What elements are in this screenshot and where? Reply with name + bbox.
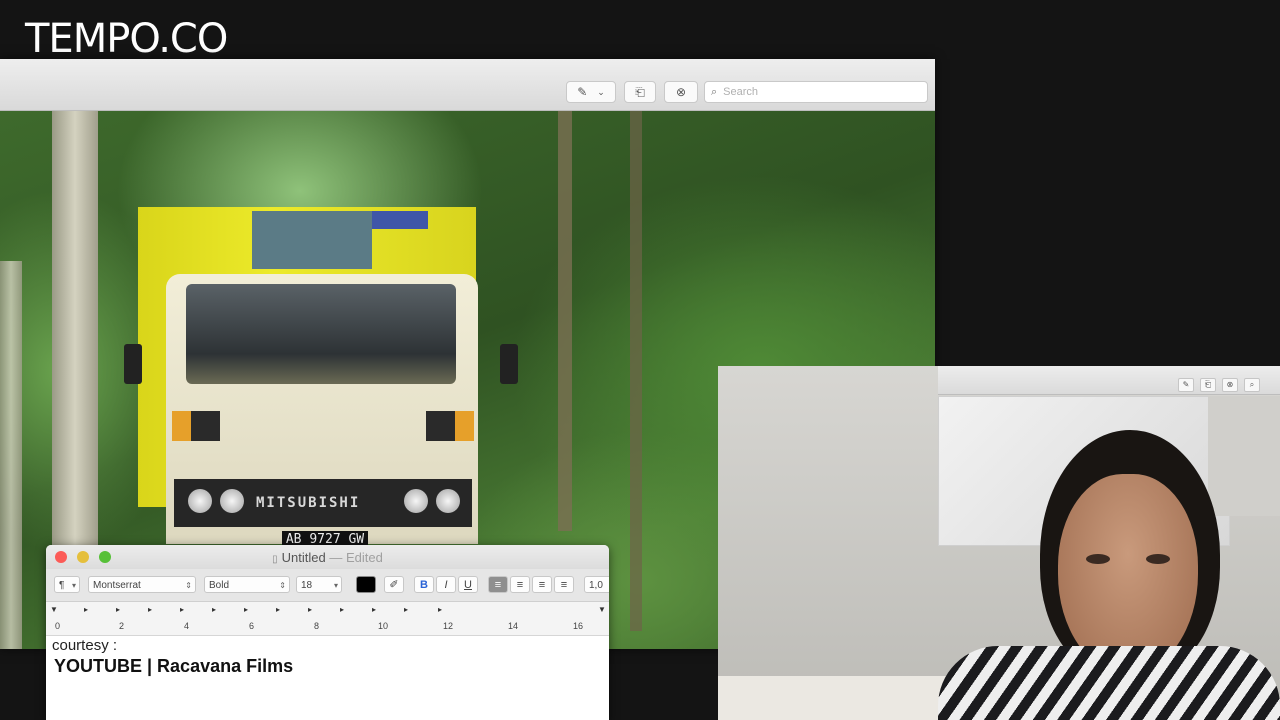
share-icon[interactable]: ⎗ (1200, 378, 1216, 392)
truck-lamp (426, 411, 474, 441)
highlight-color-button[interactable]: ✐ (384, 576, 404, 593)
search-icon: ⌕ (711, 85, 718, 98)
chevron-down-icon: ▾ (71, 581, 76, 590)
align-left-button[interactable]: ≡ (488, 576, 508, 593)
marker-circle-icon[interactable]: ⊗ (1222, 378, 1238, 392)
align-right-button[interactable]: ≡ (532, 576, 552, 593)
search-input[interactable] (721, 85, 906, 99)
tree-trunk (0, 261, 22, 649)
truck-headlight (404, 489, 428, 513)
justify-icon: ≡ (560, 579, 568, 591)
ruler-label: 8 (314, 621, 320, 631)
ruler-label: 14 (508, 621, 519, 631)
preview-toolbar: ✎ ⌄ ⎗ ⊗ ⌕ (0, 59, 935, 111)
pen-icon[interactable]: ✎ (1178, 378, 1194, 392)
left-indent-marker[interactable]: ▼ (50, 605, 58, 614)
person-face (1058, 474, 1198, 674)
font-size-select[interactable]: 18 ▾ (296, 576, 342, 593)
highlight-pen-icon: ✐ (389, 579, 399, 591)
chevron-down-icon: ▾ (333, 581, 338, 590)
wall-cabinet (1208, 396, 1280, 516)
align-center-button[interactable]: ≡ (510, 576, 530, 593)
tab-stop[interactable]: ▸ (372, 605, 376, 614)
ruler-label: 12 (443, 621, 454, 631)
paragraph-style-select[interactable]: ¶ ▾ (54, 576, 80, 593)
textedit-window: ▯ Untitled — Edited ¶ ▾ Montserrat ⇕ Bold ⇕ … (46, 545, 609, 720)
right-indent-marker[interactable]: ▼ (598, 605, 606, 614)
tab-stop[interactable]: ▸ (212, 605, 216, 614)
webcam-window: ✎ ⎗ ⊗ ⌕ (718, 366, 1280, 720)
tab-stop[interactable]: ▸ (404, 605, 408, 614)
window-title: ▯ Untitled — Edited (272, 550, 383, 565)
text-color-well[interactable] (356, 576, 376, 593)
background-cloth (718, 676, 958, 720)
textedit-titlebar: ▯ Untitled — Edited (46, 545, 609, 569)
tab-stop[interactable]: ▸ (340, 605, 344, 614)
underline-button[interactable]: U (458, 576, 478, 593)
markup-toolbar-button[interactable]: ⊗ (664, 81, 698, 103)
edited-indicator: — Edited (329, 550, 383, 565)
tab-stop[interactable]: ▸ (180, 605, 184, 614)
truck-tarp (252, 211, 372, 269)
truck-tarp-blue (372, 211, 428, 229)
ruler-label: 6 (249, 621, 255, 631)
tempo-logo: TEMPO.CO (25, 16, 228, 62)
truck-windshield (186, 284, 456, 384)
courtesy-line: courtesy : (52, 637, 118, 654)
person-eye (1146, 554, 1170, 564)
share-button[interactable]: ⎗ (624, 81, 656, 103)
font-family-select[interactable]: Montserrat ⇕ (88, 576, 196, 593)
italic-button[interactable]: I (436, 576, 456, 593)
align-right-icon: ≡ (538, 579, 546, 591)
truck-mirror (124, 344, 142, 384)
tab-stop[interactable]: ▸ (148, 605, 152, 614)
truck-headlight (436, 489, 460, 513)
format-bar: ¶ ▾ Montserrat ⇕ Bold ⇕ 18 ▾ ✐ B I U ≡ ≡ ≡ ≡… (46, 569, 609, 602)
align-left-icon: ≡ (494, 579, 502, 591)
ruler-label: 10 (378, 621, 389, 631)
line-spacing-select[interactable]: 1,0 (584, 576, 609, 593)
align-center-icon: ≡ (516, 579, 524, 591)
document-icon: ▯ (272, 554, 278, 565)
truck-lamp (172, 411, 220, 441)
chevron-down-icon: ⌄ (597, 86, 605, 97)
markup-pen-button[interactable]: ✎ ⌄ (566, 81, 616, 103)
tree-trunk (558, 111, 572, 531)
chevron-updown-icon: ⇕ (185, 581, 192, 590)
source-credit: YOUTUBE | Racavana Films (54, 656, 294, 676)
webcam-toolbar: ✎ ⎗ ⊗ ⌕ (938, 366, 1280, 395)
search-field[interactable]: ⌕ (704, 81, 928, 103)
ruler-label: 4 (184, 621, 190, 631)
justify-button[interactable]: ≡ (554, 576, 574, 593)
chevron-updown-icon: ⇕ (279, 581, 286, 590)
person-shirt (938, 646, 1280, 720)
tab-stop[interactable]: ▸ (84, 605, 88, 614)
search-icon[interactable]: ⌕ (1244, 378, 1260, 392)
ruler-label: 2 (119, 621, 125, 631)
tab-stop[interactable]: ▸ (116, 605, 120, 614)
tab-stop[interactable]: ▸ (244, 605, 248, 614)
font-style-select[interactable]: Bold ⇕ (204, 576, 290, 593)
truck-headlight (188, 489, 212, 513)
tree-trunk (630, 111, 642, 631)
ruler-label: 0 (55, 621, 61, 631)
bold-button[interactable]: B (414, 576, 434, 593)
marker-circle-icon: ⊗ (675, 85, 687, 99)
document-body[interactable]: courtesy : YOUTUBE | Racavana Films (52, 637, 603, 677)
person-eye (1086, 554, 1110, 564)
tab-stop[interactable]: ▸ (308, 605, 312, 614)
share-icon: ⎗ (635, 84, 645, 99)
ruler[interactable]: ▼ ▸ ▸ ▸ ▸ ▸ ▸ ▸ ▸ ▸ ▸ ▸ ▸ ▼ 0 2 4 6 8 10… (46, 602, 609, 636)
truck-brand-text: MITSUBISHI (256, 495, 361, 511)
tab-stop[interactable]: ▸ (438, 605, 442, 614)
truck-headlight (220, 489, 244, 513)
pen-icon: ✎ (577, 85, 588, 99)
truck-mirror (500, 344, 518, 384)
tab-stop[interactable]: ▸ (276, 605, 280, 614)
ruler-label: 16 (573, 621, 584, 631)
